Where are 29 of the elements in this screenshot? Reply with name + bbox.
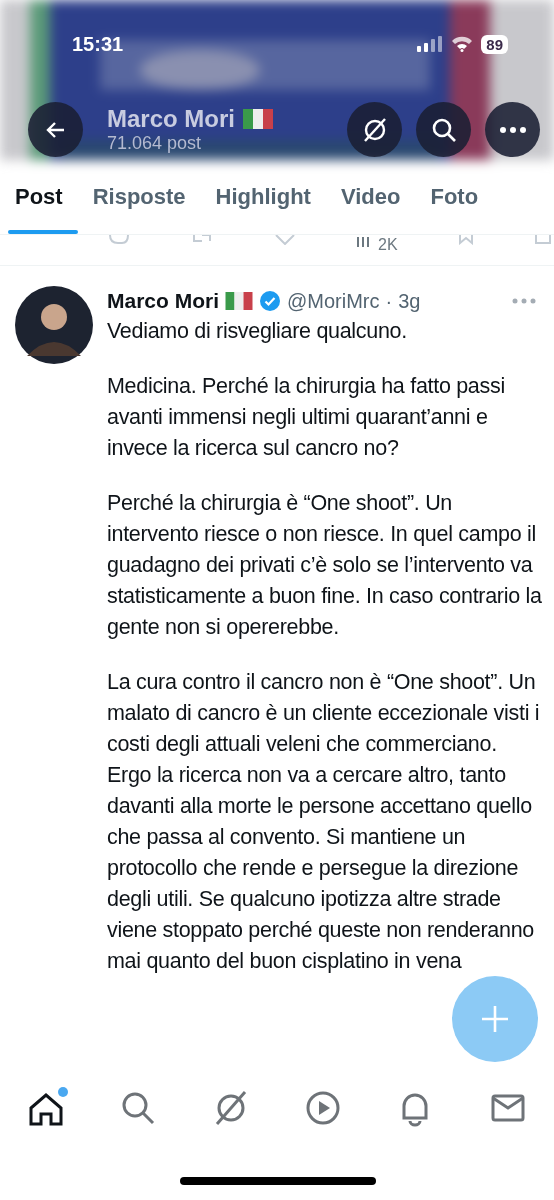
profile-tab[interactable]: Post (0, 160, 78, 234)
author-handle: @MoriMrc (287, 289, 380, 313)
reply-icon (108, 235, 130, 245)
flag-icon (243, 109, 273, 129)
wifi-icon (451, 36, 474, 52)
bookmark-icon (457, 235, 474, 245)
repost-icon (190, 235, 214, 245)
post-paragraph: Vediamo di risvegliare qualcuno. (107, 318, 408, 345)
profile-tab[interactable]: Video (325, 160, 416, 234)
post-count: 71.064 post (107, 133, 203, 154)
views-icon (356, 237, 372, 247)
separator-dot: · (385, 289, 393, 313)
like-icon (274, 235, 296, 245)
profile-tab[interactable]: Foto (415, 160, 494, 234)
post-time: 3g (398, 289, 421, 313)
plus-icon (480, 1004, 510, 1034)
profile-tab[interactable]: Risposte (77, 160, 201, 234)
author-name: Marco Mori (107, 289, 219, 313)
post-paragraph: La cura contro il cancro non è “One shoot”. Un malato di cancro è un cliente eccezionale visti i costi degli attuali veleni che commerciano. Ergo la ricerca non va a cercare altro, tanto davanti alla morte le persone accettano quello che passa al convento. Si mantiene un protocollo che rende e persegue la direzione degli utili. Se qualcuno ipotizza altre strade viene stoppato perché queste non renderanno mai quanto del buon cisplatino in vena (107, 669, 541, 975)
profile-tab[interactable]: Highlight (200, 160, 326, 234)
flag-icon (225, 292, 253, 310)
profile-name: Marco Mori (107, 105, 235, 133)
share-icon (533, 235, 552, 245)
more-icon (498, 125, 527, 134)
post-paragraph: Medicina. Perché la chirurgia ha fatto passi avanti immensi negli ultimi quarant’anni e invece la ricerca sul cancro no? (107, 373, 506, 462)
signal-icon (417, 36, 444, 52)
view-count: 2K (378, 237, 398, 253)
status-time: 15:31 (72, 32, 124, 56)
post-paragraph: Perché la chirurgia è “One shoot”. Un intervento riesce o non riesce. In quel campo il guadagno dei privati c’è solo se l’intervento va statisticamente a buon fine. In caso contrario la gente non si opererebbe. (107, 490, 543, 641)
